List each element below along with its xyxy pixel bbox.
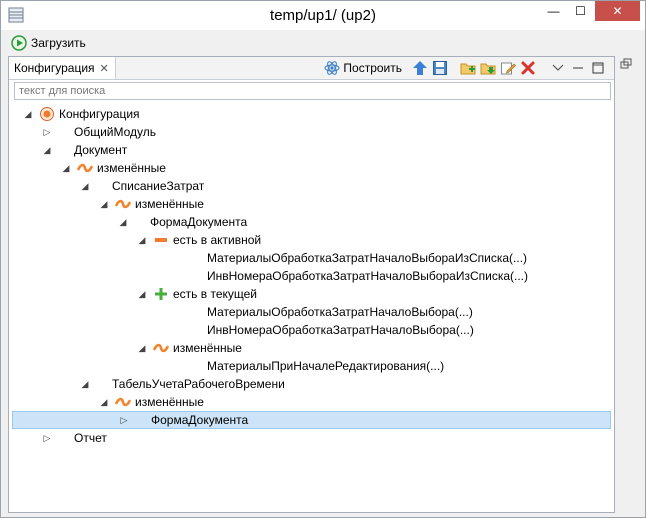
tree-row[interactable]: МатериалыОбработкаЗатратНачалоВыбораИзСп…: [9, 249, 614, 267]
collapse-icon[interactable]: ◢: [80, 181, 90, 192]
tree-row[interactable]: ◢ Конфигурация: [9, 105, 614, 123]
tree-row[interactable]: ◢ изменённые: [9, 393, 614, 411]
minus-icon: [153, 232, 169, 248]
view-toolbar: Построить: [324, 58, 606, 78]
collapse-icon[interactable]: ◢: [99, 199, 109, 210]
view-maximize-icon[interactable]: [590, 60, 606, 76]
title-bar[interactable]: temp/up1/ (up2) — ☐ ✕: [1, 1, 645, 30]
play-icon: [11, 35, 27, 51]
folder-down-icon[interactable]: [480, 60, 496, 76]
tree-row[interactable]: ◢ есть в активной: [9, 231, 614, 249]
expand-icon[interactable]: ▷: [119, 415, 129, 426]
tree-node-label: ИнвНомераОбработкаЗатратНачалоВыбора(...…: [207, 323, 474, 337]
atom-icon: [324, 61, 340, 75]
restore-icon[interactable]: [620, 58, 632, 70]
tree-node-label: Отчет: [74, 431, 107, 445]
tree-row[interactable]: ◢ Документ: [9, 141, 614, 159]
changed-icon: [115, 394, 131, 410]
tree-row[interactable]: МатериалыОбработкаЗатратНачалоВыбора(...…: [9, 303, 614, 321]
tree-row[interactable]: ▷ ФормаДокумента: [12, 411, 611, 429]
folder-add-icon[interactable]: [460, 60, 476, 76]
tree-row[interactable]: МатериалыПриНачалеРедактирования(...): [9, 357, 614, 375]
tree-node-label: изменённые: [173, 341, 242, 355]
tree-row[interactable]: ◢ изменённые: [9, 195, 614, 213]
load-label: Загрузить: [31, 36, 86, 50]
tab-label: Конфигурация: [14, 61, 95, 75]
load-button[interactable]: Загрузить: [11, 35, 86, 51]
tree-node-label: ТабельУчетаРабочегоВремени: [112, 377, 285, 391]
expand-icon[interactable]: ▷: [42, 127, 52, 138]
tree-node-label: есть в активной: [173, 233, 262, 247]
tree-row[interactable]: ◢ СписаниеЗатрат: [9, 177, 614, 195]
tree-row[interactable]: ◢ изменённые: [9, 159, 614, 177]
tree-node-label: СписаниеЗатрат: [112, 179, 205, 193]
tab-configuration[interactable]: Конфигурация ✕: [9, 57, 116, 79]
tree-node-label: Документ: [74, 143, 128, 157]
tree-node-label: изменённые: [135, 197, 204, 211]
plus-icon: [153, 286, 169, 302]
tree-node-label: изменённые: [97, 161, 166, 175]
tree-node-label: ФормаДокумента: [151, 413, 249, 427]
tree-node-label: Конфигурация: [59, 107, 140, 121]
collapse-icon[interactable]: ◢: [99, 397, 109, 408]
view-menu-icon[interactable]: [550, 60, 566, 76]
tree-row[interactable]: ▷ Отчет: [9, 429, 614, 447]
build-button[interactable]: Построить: [324, 58, 402, 78]
expand-icon[interactable]: ▷: [42, 433, 52, 444]
collapse-icon[interactable]: ◢: [61, 163, 71, 174]
tree-node-label: МатериалыОбработкаЗатратНачалоВыбора(...…: [207, 305, 473, 319]
close-icon[interactable]: ✕: [100, 62, 109, 75]
main-toolbar: Загрузить: [1, 32, 645, 54]
maximize-button[interactable]: ☐: [567, 1, 594, 21]
collapse-icon[interactable]: ◢: [137, 235, 147, 246]
tree-node-label: МатериалыОбработкаЗатратНачалоВыбораИзСп…: [207, 251, 528, 265]
search-input[interactable]: [14, 82, 611, 100]
collapse-icon[interactable]: ◢: [80, 379, 90, 390]
tree-node-label: МатериалыПриНачалеРедактирования(...): [207, 359, 445, 373]
save-icon[interactable]: [432, 60, 448, 76]
edit-icon[interactable]: [500, 60, 516, 76]
delete-icon[interactable]: [520, 60, 536, 76]
app-window: temp/up1/ (up2) — ☐ ✕ Загрузить Конфигур…: [0, 0, 646, 518]
collapse-icon[interactable]: ◢: [118, 217, 128, 228]
minimize-button[interactable]: —: [540, 1, 567, 21]
tree-node-label: изменённые: [135, 395, 204, 409]
configuration-view: Конфигурация ✕ Построить текст для поиск…: [8, 56, 615, 513]
collapse-icon[interactable]: ◢: [23, 109, 33, 120]
tree-row[interactable]: ▷ ОбщийМодуль: [9, 123, 614, 141]
close-button[interactable]: ✕: [595, 1, 640, 21]
config-icon: [39, 106, 55, 122]
tree-node-label: ОбщийМодуль: [74, 125, 157, 139]
changed-icon: [153, 340, 169, 356]
build-label: Построить: [343, 61, 402, 75]
view-tabbar: Конфигурация ✕ Построить: [9, 57, 614, 80]
tree-row[interactable]: ◢ есть в текущей: [9, 285, 614, 303]
tree-node-label: есть в текущей: [173, 287, 257, 301]
arrow-up-icon[interactable]: [412, 60, 428, 76]
changed-icon: [77, 160, 93, 176]
tree-row[interactable]: ◢ ФормаДокумента: [9, 213, 614, 231]
collapse-icon[interactable]: ◢: [137, 289, 147, 300]
tree-row[interactable]: ИнвНомераОбработкаЗатратНачалоВыбора(...…: [9, 321, 614, 339]
collapse-icon[interactable]: ◢: [137, 343, 147, 354]
tree-row[interactable]: ИнвНомераОбработкаЗатратНачалоВыбораИзСп…: [9, 267, 614, 285]
tree-row[interactable]: ◢ ТабельУчетаРабочегоВремени: [9, 375, 614, 393]
tree-node-label: ФормаДокумента: [150, 215, 248, 229]
collapse-icon[interactable]: ◢: [42, 145, 52, 156]
tree-node-label: ИнвНомераОбработкаЗатратНачалоВыбораИзСп…: [207, 269, 529, 283]
tree-row[interactable]: ◢ изменённые: [9, 339, 614, 357]
changed-icon: [115, 196, 131, 212]
view-minimize-icon[interactable]: [570, 60, 586, 76]
